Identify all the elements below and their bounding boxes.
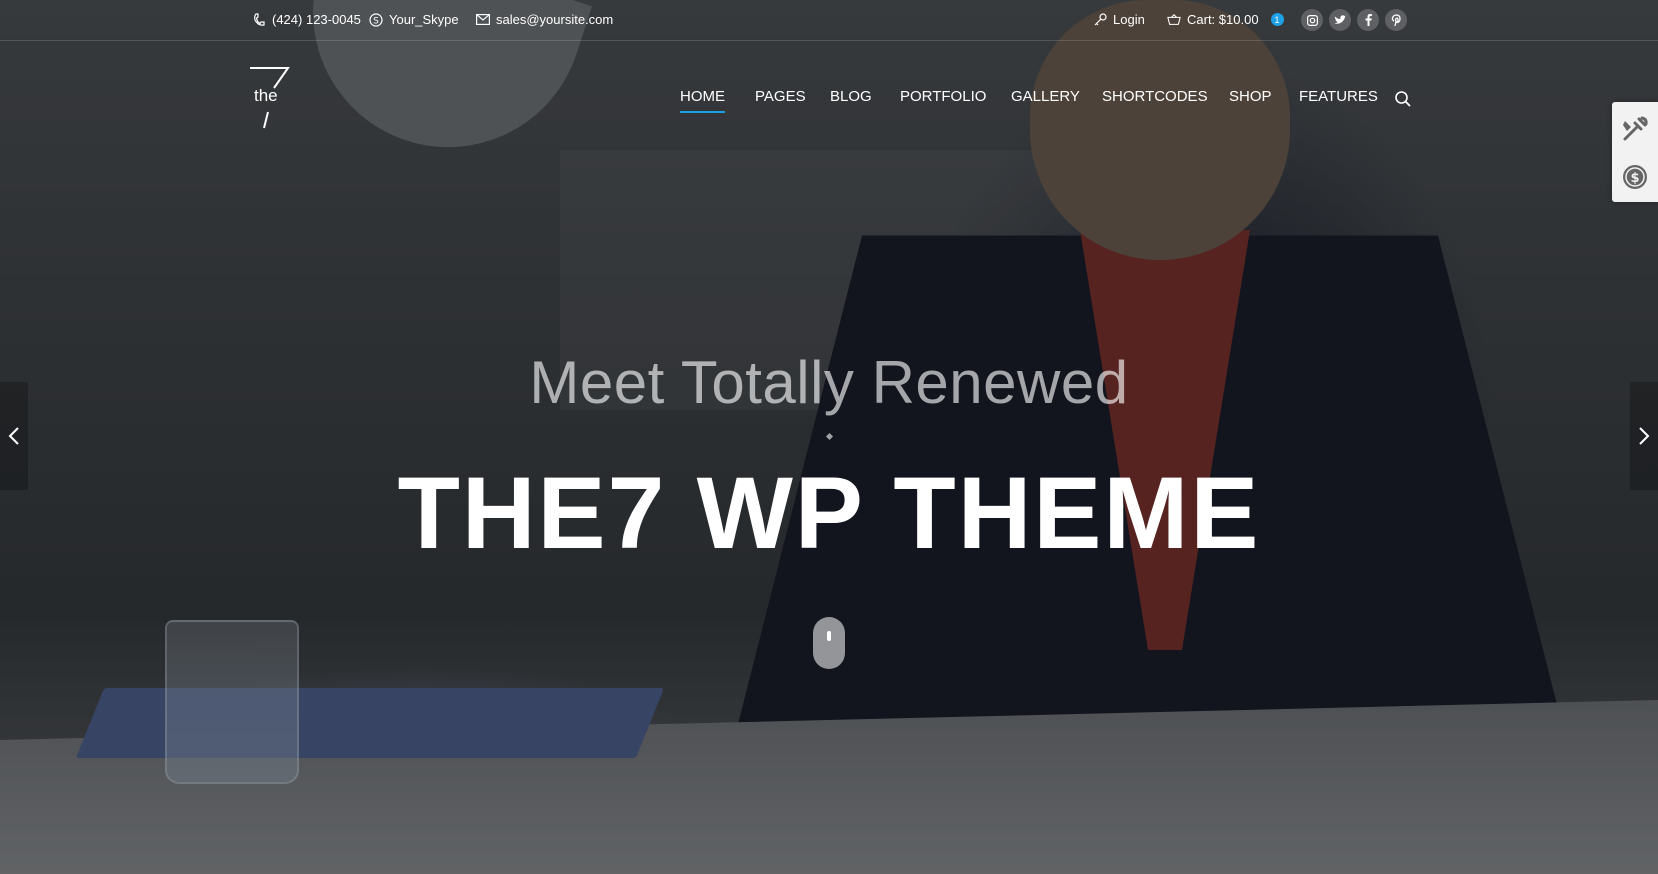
facebook-icon[interactable] [1357,9,1379,31]
skype-text: Your_Skype [389,12,459,27]
phone-text: (424) 123-0045 [272,12,361,27]
chevron-left-icon [8,427,19,445]
svg-text:$: $ [1630,171,1639,186]
mouse-wheel [827,631,831,641]
cart-count-badge: 1 [1270,13,1284,26]
side-panel: $ [1612,102,1658,202]
svg-text:S: S [373,16,379,26]
cart-icon [1167,13,1181,27]
chevron-right-icon [1639,427,1650,445]
email-contact[interactable]: sales@yoursite.com [476,12,613,27]
hero-subtitle: Meet Totally Renewed [529,349,1129,416]
twitter-icon[interactable] [1329,9,1351,31]
top-bar: (424) 123-0045 S Your_Skype sales@yoursi… [0,0,1658,41]
nav-features[interactable]: FEATURES [1299,88,1378,105]
scroll-down-icon[interactable] [813,617,845,669]
login-link[interactable]: Login [1093,12,1145,27]
key-icon [1093,12,1107,27]
mail-icon [476,13,490,27]
nav-gallery[interactable]: GALLERY [1011,88,1080,105]
cart-link[interactable]: Cart: $10.00 1 [1167,12,1284,27]
instagram-icon[interactable] [1301,9,1323,31]
phone-contact[interactable]: (424) 123-0045 [252,12,361,27]
dollar-coin-icon[interactable]: $ [1618,160,1652,194]
nav-pages[interactable]: PAGES [755,88,806,105]
nav-portfolio[interactable]: PORTFOLIO [900,88,986,105]
site-logo[interactable]: the [248,66,290,132]
tools-icon[interactable] [1618,112,1652,146]
hero-title: THE7 WP THEME [397,456,1261,570]
logo-word: the [254,86,278,105]
nav-home[interactable]: HOME [680,88,725,113]
nav-blog[interactable]: BLOG [830,88,872,105]
cart-text: Cart: $10.00 [1187,12,1259,27]
email-text: sales@yoursite.com [496,12,614,27]
nav-shop[interactable]: SHOP [1229,88,1272,105]
pinterest-icon[interactable] [1385,9,1407,31]
login-text: Login [1113,12,1145,27]
skype-contact[interactable]: S Your_Skype [369,12,459,27]
phone-icon [252,12,266,27]
search-icon[interactable] [1394,90,1412,108]
skype-icon: S [369,12,383,27]
nav-shortcodes[interactable]: SHORTCODES [1102,88,1208,105]
